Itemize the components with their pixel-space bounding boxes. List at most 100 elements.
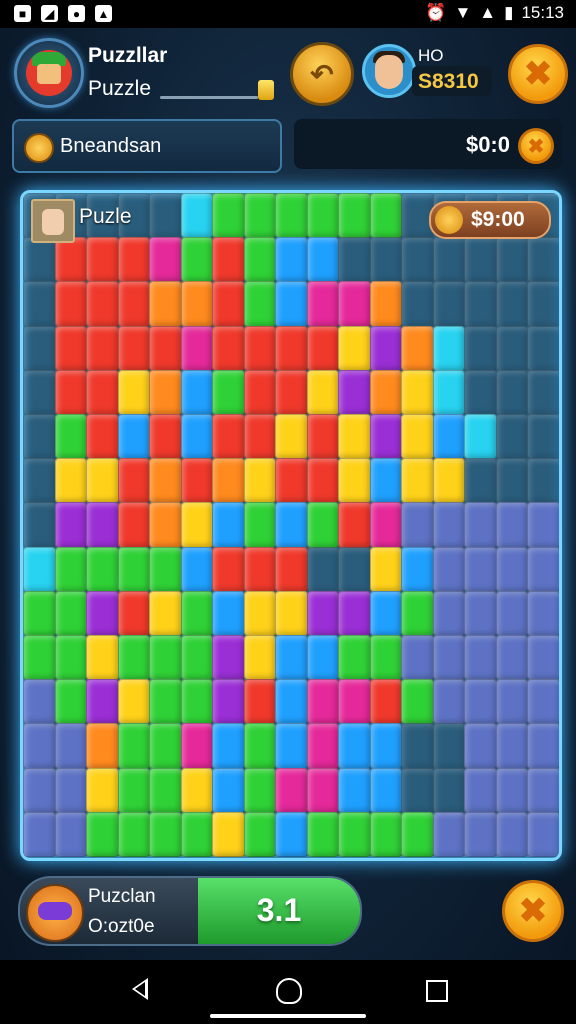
- puzzle-piece[interactable]: [369, 502, 402, 548]
- puzzle-piece[interactable]: [243, 458, 276, 504]
- nav-back-icon[interactable]: [132, 978, 148, 1000]
- puzzle-piece[interactable]: [369, 635, 402, 681]
- puzzle-piece[interactable]: [212, 723, 245, 769]
- puzzle-piece[interactable]: [401, 325, 434, 371]
- puzzle-piece[interactable]: [275, 723, 308, 769]
- puzzle-piece[interactable]: [527, 590, 559, 636]
- puzzle-piece[interactable]: [180, 325, 213, 371]
- puzzle-piece[interactable]: [180, 679, 213, 725]
- puzzle-piece[interactable]: [86, 458, 119, 504]
- puzzle-piece[interactable]: [243, 502, 276, 548]
- puzzle-piece[interactable]: [86, 546, 119, 592]
- nav-home-icon[interactable]: [276, 978, 302, 1004]
- puzzle-piece[interactable]: [275, 193, 308, 239]
- puzzle-piece[interactable]: [432, 590, 465, 636]
- puzzle-piece[interactable]: [306, 502, 339, 548]
- puzzle-piece[interactable]: [117, 679, 150, 725]
- puzzle-piece[interactable]: [149, 502, 182, 548]
- puzzle-piece[interactable]: [54, 325, 87, 371]
- puzzle-piece[interactable]: [180, 458, 213, 504]
- puzzle-piece[interactable]: [212, 237, 245, 283]
- puzzle-piece[interactable]: [338, 635, 371, 681]
- puzzle-piece[interactable]: [495, 546, 528, 592]
- puzzle-piece[interactable]: [306, 458, 339, 504]
- puzzle-piece[interactable]: [212, 193, 245, 239]
- puzzle-piece[interactable]: [275, 281, 308, 327]
- puzzle-piece[interactable]: [149, 635, 182, 681]
- puzzle-piece[interactable]: [495, 723, 528, 769]
- puzzle-piece[interactable]: [369, 723, 402, 769]
- nav-recent-icon[interactable]: [426, 980, 448, 1002]
- puzzle-piece[interactable]: [338, 193, 371, 239]
- puzzle-piece[interactable]: [306, 723, 339, 769]
- puzzle-piece[interactable]: [306, 590, 339, 636]
- puzzle-piece[interactable]: [180, 723, 213, 769]
- puzzle-piece[interactable]: [338, 723, 371, 769]
- puzzle-piece[interactable]: [369, 414, 402, 460]
- puzzle-piece[interactable]: [23, 546, 56, 592]
- puzzle-piece[interactable]: [23, 767, 56, 813]
- back-button[interactable]: ↶: [290, 42, 354, 106]
- puzzle-piece[interactable]: [23, 723, 56, 769]
- puzzle-piece[interactable]: [149, 281, 182, 327]
- puzzle-piece[interactable]: [338, 281, 371, 327]
- puzzle-piece[interactable]: [369, 281, 402, 327]
- player-avatar[interactable]: [14, 38, 84, 108]
- puzzle-piece[interactable]: [212, 635, 245, 681]
- puzzle-piece[interactable]: [86, 502, 119, 548]
- puzzle-piece[interactable]: [54, 635, 87, 681]
- puzzle-piece[interactable]: [243, 414, 276, 460]
- puzzle-piece[interactable]: [149, 590, 182, 636]
- puzzle-piece[interactable]: [86, 414, 119, 460]
- puzzle-piece[interactable]: [306, 325, 339, 371]
- puzzle-piece[interactable]: [117, 414, 150, 460]
- puzzle-piece[interactable]: [369, 590, 402, 636]
- puzzle-piece[interactable]: [432, 325, 465, 371]
- puzzle-piece[interactable]: [432, 502, 465, 548]
- puzzle-piece[interactable]: [117, 325, 150, 371]
- puzzle-piece[interactable]: [369, 325, 402, 371]
- puzzle-piece[interactable]: [54, 502, 87, 548]
- puzzle-piece[interactable]: [275, 635, 308, 681]
- puzzle-piece[interactable]: [117, 281, 150, 327]
- puzzle-piece[interactable]: [495, 679, 528, 725]
- puzzle-piece[interactable]: [338, 414, 371, 460]
- puzzle-piece[interactable]: [212, 590, 245, 636]
- puzzle-piece[interactable]: [464, 546, 497, 592]
- puzzle-piece[interactable]: [212, 325, 245, 371]
- puzzle-piece[interactable]: [401, 590, 434, 636]
- prize-pill[interactable]: $9:00: [429, 201, 551, 239]
- puzzle-piece[interactable]: [243, 325, 276, 371]
- puzzle-piece[interactable]: [275, 414, 308, 460]
- puzzle-piece[interactable]: [275, 325, 308, 371]
- puzzle-piece[interactable]: [527, 679, 559, 725]
- puzzle-piece[interactable]: [306, 193, 339, 239]
- puzzle-piece[interactable]: [243, 679, 276, 725]
- puzzle-piece[interactable]: [86, 281, 119, 327]
- puzzle-piece[interactable]: [338, 679, 371, 725]
- puzzle-piece[interactable]: [54, 237, 87, 283]
- puzzle-piece[interactable]: [23, 811, 56, 857]
- puzzle-piece[interactable]: [212, 414, 245, 460]
- puzzle-piece[interactable]: [306, 281, 339, 327]
- puzzle-piece[interactable]: [275, 811, 308, 857]
- puzzle-piece[interactable]: [401, 458, 434, 504]
- puzzle-piece[interactable]: [306, 414, 339, 460]
- puzzle-piece[interactable]: [338, 325, 371, 371]
- puzzle-piece[interactable]: [149, 546, 182, 592]
- puzzle-piece[interactable]: [212, 281, 245, 327]
- puzzle-piece[interactable]: [86, 767, 119, 813]
- puzzle-piece[interactable]: [369, 679, 402, 725]
- puzzle-piece[interactable]: [212, 458, 245, 504]
- puzzle-piece[interactable]: [432, 811, 465, 857]
- puzzle-piece[interactable]: [338, 369, 371, 415]
- puzzle-piece[interactable]: [495, 635, 528, 681]
- puzzle-piece[interactable]: [464, 723, 497, 769]
- puzzle-piece[interactable]: [23, 590, 56, 636]
- puzzle-piece[interactable]: [306, 811, 339, 857]
- puzzle-piece[interactable]: [495, 590, 528, 636]
- puzzle-piece[interactable]: [527, 767, 559, 813]
- puzzle-piece[interactable]: [86, 635, 119, 681]
- puzzle-piece[interactable]: [54, 414, 87, 460]
- puzzle-piece[interactable]: [527, 635, 559, 681]
